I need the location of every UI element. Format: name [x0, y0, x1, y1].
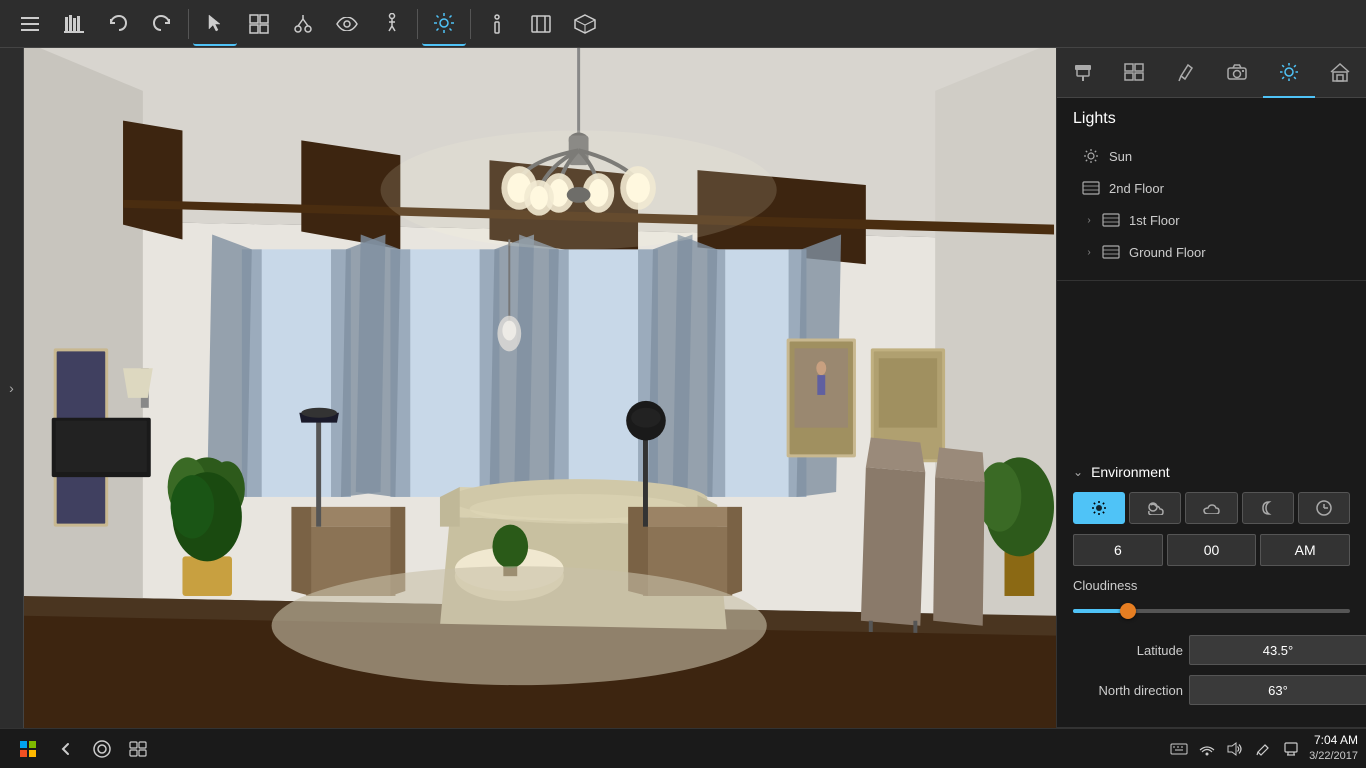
network-icon[interactable]: [1197, 739, 1217, 759]
menu-icon[interactable]: [8, 2, 52, 46]
time-period[interactable]: AM: [1260, 534, 1350, 566]
panel-icon-bar: [1057, 48, 1366, 98]
light-item-sun[interactable]: Sun: [1073, 140, 1350, 172]
ground-floor-expand-icon[interactable]: ›: [1081, 244, 1097, 260]
left-nav[interactable]: ›: [0, 48, 24, 728]
library-icon[interactable]: [52, 2, 96, 46]
eye-tool-icon[interactable]: [325, 2, 369, 46]
info-tool-icon[interactable]: [475, 2, 519, 46]
notification-icon[interactable]: [1281, 739, 1301, 759]
panel-home-icon[interactable]: [1315, 48, 1366, 98]
sun-tool-icon[interactable]: [422, 2, 466, 46]
pointer-tool-icon[interactable]: [193, 2, 237, 46]
2nd-floor-label: 2nd Floor: [1109, 181, 1164, 196]
taskbar-time-text: 7:04 AM: [1309, 732, 1358, 749]
latitude-label: Latitude: [1073, 643, 1183, 658]
north-direction-row: North direction − +: [1073, 675, 1350, 705]
main-area: ›: [0, 48, 1366, 728]
task-view-button[interactable]: [120, 731, 156, 767]
slider-thumb[interactable]: [1120, 603, 1136, 619]
panel-pen-icon[interactable]: [1160, 48, 1212, 98]
time-minutes[interactable]: 00: [1167, 534, 1257, 566]
keyboard-icon[interactable]: [1169, 739, 1189, 759]
light-item-2nd-floor[interactable]: 2nd Floor: [1073, 172, 1350, 204]
north-direction-label: North direction: [1073, 683, 1183, 698]
scissors-tool-icon[interactable]: [281, 2, 325, 46]
taskbar-time-display: 7:04 AM 3/22/2017: [1309, 732, 1358, 764]
taskbar: 7:04 AM 3/22/2017: [0, 728, 1366, 768]
panel-hammer-icon[interactable]: [1057, 48, 1109, 98]
env-time-buttons: [1073, 492, 1350, 524]
environment-section: ⌄ Environment: [1057, 452, 1366, 728]
expand-tool-icon[interactable]: [519, 2, 563, 46]
environment-header[interactable]: ⌄ Environment: [1073, 464, 1350, 480]
lights-title: Lights: [1073, 110, 1350, 128]
env-btn-clear[interactable]: [1073, 492, 1125, 524]
undo-icon[interactable]: [96, 2, 140, 46]
walk-tool-icon[interactable]: [369, 2, 413, 46]
lights-section: Lights Sun: [1057, 98, 1366, 281]
volume-icon[interactable]: [1225, 739, 1245, 759]
env-btn-partly-cloudy[interactable]: [1129, 492, 1181, 524]
top-toolbar: [0, 0, 1366, 48]
taskbar-right-area: 7:04 AM 3/22/2017: [1169, 732, 1358, 764]
panel-camera-icon[interactable]: [1212, 48, 1264, 98]
separator-1: [188, 9, 189, 39]
latitude-row: Latitude − +: [1073, 635, 1350, 665]
floor-1st-icon: [1101, 210, 1121, 230]
scene-viewport: [24, 48, 1056, 728]
sun-light-icon: [1081, 146, 1101, 166]
env-btn-cloudy[interactable]: [1185, 492, 1237, 524]
light-item-ground-floor[interactable]: › Ground Floor: [1073, 236, 1350, 268]
right-panel: Lights Sun: [1056, 48, 1366, 728]
viewport[interactable]: [24, 48, 1056, 728]
pen-icon[interactable]: [1253, 739, 1273, 759]
ground-floor-label: Ground Floor: [1129, 245, 1206, 260]
env-btn-night[interactable]: [1242, 492, 1294, 524]
env-chevron-icon: ⌄: [1073, 465, 1083, 479]
taskbar-date-text: 3/22/2017: [1309, 749, 1358, 764]
grid-tool-icon[interactable]: [237, 2, 281, 46]
cube-tool-icon[interactable]: [563, 2, 607, 46]
time-display: 6 00 AM: [1073, 534, 1350, 566]
back-button[interactable]: [48, 731, 84, 767]
cortana-button[interactable]: [84, 731, 120, 767]
sun-light-label: Sun: [1109, 149, 1132, 164]
1st-floor-label: 1st Floor: [1129, 213, 1180, 228]
left-nav-arrow-icon[interactable]: ›: [9, 380, 14, 396]
panel-sun-icon[interactable]: [1263, 48, 1315, 98]
separator-2: [417, 9, 418, 39]
env-btn-clock[interactable]: [1298, 492, 1350, 524]
separator-3: [470, 9, 471, 39]
panel-spacer: [1057, 281, 1366, 452]
panel-grid-icon[interactable]: [1109, 48, 1161, 98]
cloudiness-label: Cloudiness: [1073, 578, 1350, 593]
1st-floor-expand-icon[interactable]: ›: [1081, 212, 1097, 228]
slider-track: [1073, 609, 1350, 613]
start-button[interactable]: [8, 731, 48, 767]
time-hour[interactable]: 6: [1073, 534, 1163, 566]
latitude-input[interactable]: [1189, 635, 1366, 665]
redo-icon[interactable]: [140, 2, 184, 46]
north-direction-input[interactable]: [1189, 675, 1366, 705]
cloudiness-slider[interactable]: [1073, 601, 1350, 621]
light-item-1st-floor[interactable]: › 1st Floor: [1073, 204, 1350, 236]
environment-title: Environment: [1091, 464, 1170, 480]
floor-2nd-icon: [1081, 178, 1101, 198]
floor-ground-icon: [1101, 242, 1121, 262]
